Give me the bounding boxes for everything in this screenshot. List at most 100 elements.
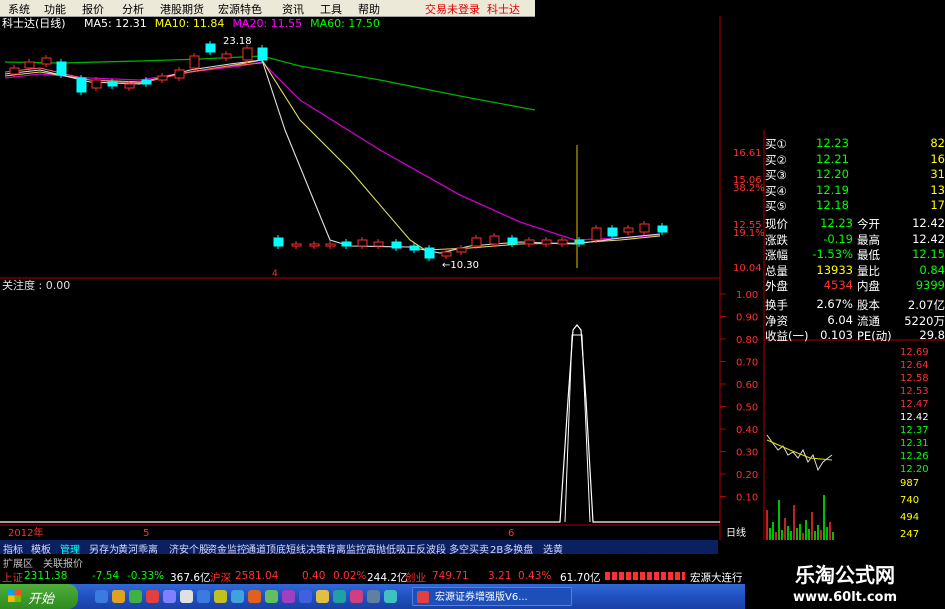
candle-body: [205, 43, 216, 53]
high-price-label: 23.18: [223, 36, 252, 47]
menu-7[interactable]: 工具: [320, 1, 342, 17]
sh-index-name[interactable]: 上证: [2, 570, 23, 585]
quick-launch-icon[interactable]: [384, 590, 397, 603]
stat-value: 13933: [816, 262, 853, 277]
sh-index-value: 2311.38: [24, 570, 68, 582]
quick-launch-icon[interactable]: [146, 590, 159, 603]
quick-launch-icon[interactable]: [197, 590, 210, 603]
windows-logo-icon: [8, 589, 21, 602]
stat-label: 外盘: [765, 279, 788, 294]
bid-price: 12.21: [816, 151, 849, 166]
stat-label: 内盘: [857, 279, 880, 294]
bid-row: 买② 12.21 16: [764, 152, 945, 167]
cy-index-change: 3.21: [488, 570, 512, 582]
indicator-axis-label: 0.40: [736, 425, 758, 436]
quick-launch-icon[interactable]: [214, 590, 227, 603]
indicator-axis-label: 0.10: [736, 493, 758, 504]
quick-launch-icon[interactable]: [112, 590, 125, 603]
cy-index-name[interactable]: 创业: [405, 570, 426, 585]
menu-1[interactable]: 功能: [44, 1, 66, 17]
candle-body: [489, 235, 500, 245]
bid-price: 12.23: [816, 136, 849, 150]
quick-launch-icon[interactable]: [299, 590, 312, 603]
start-button[interactable]: 开始: [0, 584, 78, 609]
low-price-label: ←10.30: [442, 260, 479, 271]
indicator-axis: 1.00 0.90 0.80 0.70 0.60 0.50 0.40 0.30 0.20 0.10: [720, 290, 758, 504]
menu-4[interactable]: 港股期货: [160, 1, 204, 17]
quick-launch-icon[interactable]: [95, 590, 108, 603]
menu-3[interactable]: 分析: [122, 1, 144, 17]
candle-body: [357, 239, 368, 247]
taskbar-app-button[interactable]: 宏源证券增强版V6...: [412, 587, 572, 606]
candle-body: [574, 239, 585, 245]
sz-index-name[interactable]: 沪深: [210, 570, 231, 585]
extension-tab-bar: 扩展区 关联报价: [0, 554, 718, 570]
indicator-line: [0, 324, 720, 523]
intraday-price-label: 12.37: [900, 425, 929, 436]
cy-index-value: 749.71: [432, 570, 469, 582]
menu-6[interactable]: 资讯: [282, 1, 304, 17]
indicator-axis-label: 0.70: [736, 358, 758, 369]
intraday-volume-label: 494: [900, 512, 919, 523]
menu-trade-login[interactable]: 交易未登录: [425, 1, 480, 17]
app-icon: [417, 591, 429, 603]
quick-launch-icon[interactable]: [282, 590, 295, 603]
quick-launch-icon[interactable]: [316, 590, 329, 603]
bid-label: 买③: [765, 168, 787, 182]
candle-body: [441, 251, 452, 257]
quick-launch-icon[interactable]: [129, 590, 142, 603]
menu-0[interactable]: 系统: [8, 1, 30, 17]
quick-launch-icon[interactable]: [367, 590, 380, 603]
sz-index-value: 2581.04: [235, 570, 279, 582]
stat-label: 总量: [765, 263, 788, 278]
stat-value: 0.84: [919, 262, 945, 277]
quick-launch-icon[interactable]: [231, 590, 244, 603]
quick-launch-icon[interactable]: [163, 590, 176, 603]
menu-stock-name[interactable]: 科士达: [487, 1, 520, 17]
candle-body: [41, 57, 52, 65]
stat-value: 5220万: [904, 313, 945, 328]
stat-value: 6.04: [827, 312, 853, 327]
quick-launch-icon[interactable]: [350, 590, 363, 603]
quick-launch: [95, 589, 405, 604]
intraday-price-label: 12.58: [900, 373, 929, 384]
candle-body: [424, 247, 435, 259]
time-label-year: 2012年: [8, 526, 43, 539]
menu-2[interactable]: 报价: [82, 1, 104, 17]
quick-launch-icon[interactable]: [265, 590, 278, 603]
intraday-price-label: 12.26: [900, 451, 929, 462]
candle-body: [607, 227, 618, 237]
candle-body: [273, 237, 284, 247]
menu-5[interactable]: 宏源特色: [218, 1, 262, 17]
quote-stat-row: 换手 2.67% 股本 2.07亿: [764, 297, 945, 312]
quick-launch-icon[interactable]: [248, 590, 261, 603]
bid-row: 买③ 12.20 31: [764, 167, 945, 182]
quote-stat-row: 净资 6.04 流通 5220万: [764, 313, 945, 328]
stat-value: 9399: [915, 278, 945, 293]
intraday-price-label: 12.64: [900, 360, 929, 371]
bid-price: 12.20: [816, 167, 849, 181]
indicator-axis-label: 0.60: [736, 380, 758, 391]
price-axis-label: 19.1%: [733, 228, 765, 239]
indicator-axis-label: 0.90: [736, 313, 758, 324]
quick-launch-icon[interactable]: [180, 590, 193, 603]
quote-stat-row: 涨幅 -1.53% 最低 12.15: [764, 247, 945, 262]
stat-label: 最高: [857, 232, 880, 247]
bid-volume: 13: [930, 182, 945, 197]
candle-body: [141, 79, 152, 85]
indicator-axis-label: 0.80: [736, 335, 758, 346]
stat-label: 量比: [857, 263, 880, 278]
menu-8[interactable]: 帮助: [358, 1, 380, 17]
stat-label: 股本: [857, 298, 880, 312]
intraday-volume-label: 740: [900, 495, 919, 506]
intraday-price-label: 12.20: [900, 464, 929, 475]
stat-label: 涨跌: [765, 232, 788, 247]
quote-panel: 买① 12.23 82 买② 12.21 16 买③ 12.20 31 买④ 12.19 13 买⑤ 12…: [764, 136, 945, 343]
quick-launch-icon[interactable]: [333, 590, 346, 603]
candle-body: [291, 243, 302, 247]
stat-label: 最低: [857, 248, 880, 263]
cy-index-amount: 61.70亿: [560, 572, 601, 584]
indicator-axis-label: 0.20: [736, 470, 758, 481]
ma-legend-2: MA20: 11.55: [232, 17, 302, 30]
period-label: 日线: [726, 526, 746, 539]
